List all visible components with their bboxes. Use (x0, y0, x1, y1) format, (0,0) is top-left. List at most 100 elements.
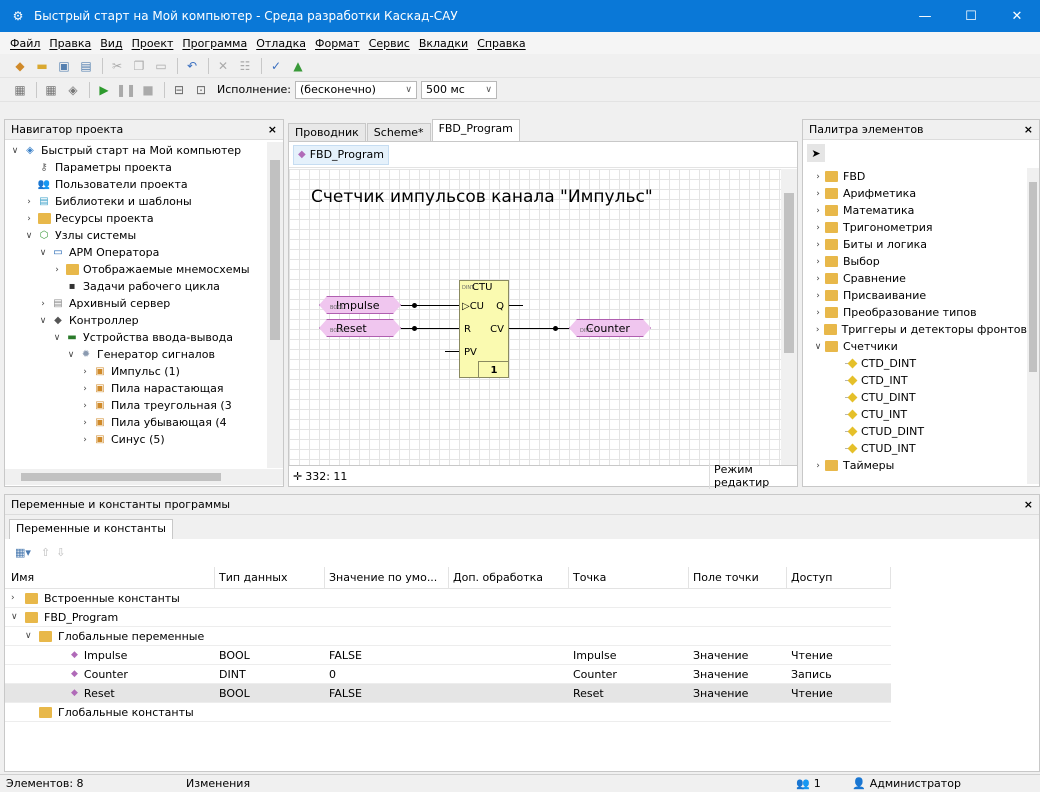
table-cell[interactable]: FALSE (325, 649, 449, 662)
spellcheck-icon[interactable]: ✓ (266, 56, 286, 76)
table-cell[interactable]: ◆ Counter (5, 668, 215, 681)
table-cell[interactable]: BOOL (215, 687, 325, 700)
table-cell[interactable]: ◆ Impulse (5, 649, 215, 662)
group-row[interactable]: ∨ FBD_Program (5, 608, 891, 627)
palette-block[interactable]: CTD_DINT (809, 355, 1027, 372)
tab-vars-consts[interactable]: Переменные и константы (9, 519, 173, 539)
navigator-item[interactable]: › ▣ Импульс (1) (5, 363, 267, 380)
chevron-right-icon[interactable]: › (79, 435, 91, 445)
table-cell[interactable]: Значение (689, 668, 787, 681)
table-cell[interactable]: Impulse (569, 649, 689, 662)
palette-category[interactable]: › FBD (809, 168, 1027, 185)
chevron-down-icon[interactable]: ∨ (37, 248, 49, 258)
menu-service[interactable]: Сервис (369, 37, 410, 50)
menu-view[interactable]: Вид (100, 37, 122, 50)
chevron-down-icon[interactable]: ∨ (51, 333, 63, 343)
menu-program[interactable]: Программа (182, 37, 247, 50)
column-header[interactable]: Доступ (787, 566, 891, 589)
chevron-right-icon[interactable]: › (23, 197, 35, 207)
run-icon[interactable]: ▶ (94, 80, 114, 100)
navigator-item[interactable]: › ▣ Пила треугольная (3 (5, 397, 267, 414)
close-button[interactable]: ✕ (994, 0, 1040, 32)
palette-category[interactable]: › Триггеры и детекторы фронтов (809, 321, 1027, 338)
table-cell[interactable]: Reset (569, 687, 689, 700)
table-cell[interactable]: ◆ Reset (5, 687, 215, 700)
tab-fbd-program[interactable]: FBD_Program (431, 119, 520, 141)
menu-file[interactable]: Файл (10, 37, 40, 50)
chevron-right-icon[interactable]: › (811, 257, 825, 267)
group-row[interactable]: › Встроенные константы (5, 589, 891, 608)
chevron-right-icon[interactable]: › (811, 240, 825, 250)
group-row[interactable]: ∨ Глобальные переменные (5, 627, 891, 646)
chevron-right-icon[interactable]: › (811, 189, 825, 199)
copy-icon[interactable]: ❐ (129, 56, 149, 76)
palette-block[interactable]: CTU_INT (809, 406, 1027, 423)
navigator-item[interactable]: ▪ Задачи рабочего цикла (5, 278, 267, 295)
simulator-icon[interactable]: ▦ (41, 80, 61, 100)
chevron-right-icon[interactable]: › (79, 367, 91, 377)
chevron-down-icon[interactable]: ∨ (25, 631, 39, 641)
chevron-right-icon[interactable]: › (811, 172, 825, 182)
undo-icon[interactable]: ↶ (182, 56, 202, 76)
table-cell[interactable]: DINT (215, 668, 325, 681)
table-cell[interactable]: Чтение (787, 687, 891, 700)
variable-row[interactable]: ◆ Impulse BOOL FALSE Impulse Значение Чтение (5, 646, 891, 665)
menu-project[interactable]: Проект (132, 37, 174, 50)
chevron-right-icon[interactable]: › (811, 308, 825, 318)
chevron-down-icon[interactable]: ∨ (811, 342, 825, 352)
column-header[interactable]: Доп. обработка (449, 566, 569, 589)
palette-category[interactable]: › Арифметика (809, 185, 1027, 202)
menu-debug[interactable]: Отладка (256, 37, 306, 50)
move-up-icon[interactable]: ⇧ (41, 546, 50, 559)
navigator-item[interactable]: ∨ ▬ Устройства ввода-вывода (5, 329, 267, 346)
palette-block[interactable]: CTUD_INT (809, 440, 1027, 457)
step-icon[interactable]: ⊟ (169, 80, 189, 100)
save-all-icon[interactable]: ▤ (76, 56, 96, 76)
chevron-right-icon[interactable]: › (37, 299, 49, 309)
column-header[interactable]: Имя (5, 566, 215, 589)
input-var-reset[interactable]: BOOL Reset (319, 319, 401, 337)
navigator-item[interactable]: 👥 Пользователи проекта (5, 176, 267, 193)
breadcrumb-item[interactable]: ◆ FBD_Program (293, 144, 389, 165)
scroll-thumb[interactable] (21, 473, 221, 481)
scroll-thumb[interactable] (270, 160, 280, 340)
navigator-item[interactable]: › ▤ Библиотеки и шаблоны (5, 193, 267, 210)
menu-help[interactable]: Справка (477, 37, 525, 50)
palette-category[interactable]: › Математика (809, 202, 1027, 219)
ctu-block[interactable]: DINT CTU ▷CU R PV Q CV 1 (459, 280, 509, 378)
chevron-down-icon[interactable]: ∨ (23, 231, 35, 241)
table-cell[interactable]: Запись (787, 668, 891, 681)
table-cell[interactable]: FALSE (325, 687, 449, 700)
table-cell[interactable]: Counter (569, 668, 689, 681)
variable-row[interactable]: ◆ Reset BOOL FALSE Reset Значение Чтение (5, 684, 891, 703)
menu-format[interactable]: Формат (315, 37, 360, 50)
chevron-right-icon[interactable]: › (23, 214, 35, 224)
chevron-right-icon[interactable]: › (11, 593, 25, 603)
chevron-down-icon[interactable]: ∨ (9, 146, 21, 156)
menu-tabs[interactable]: Вкладки (419, 37, 468, 50)
properties-icon[interactable]: ☷ (235, 56, 255, 76)
output-var-counter[interactable]: DINT Counter (569, 319, 651, 337)
chevron-right-icon[interactable]: › (79, 401, 91, 411)
scroll-thumb[interactable] (1029, 182, 1037, 372)
chevron-down-icon[interactable]: ∨ (65, 350, 77, 360)
chevron-right-icon[interactable]: › (811, 325, 824, 335)
pause-icon[interactable]: ❚❚ (116, 80, 136, 100)
variable-row[interactable]: ◆ Counter DINT 0 Counter Значение Запись (5, 665, 891, 684)
navigator-item[interactable]: ∨ ◈ Быстрый старт на Мой компьютер (5, 142, 267, 159)
navigator-item[interactable]: ∨ ⬡ Узлы системы (5, 227, 267, 244)
group-row[interactable]: Глобальные константы (5, 703, 891, 722)
navigator-item[interactable]: ∨ ▭ АРМ Оператора (5, 244, 267, 261)
add-var-icon[interactable]: ▦▾ (15, 546, 31, 559)
scheme-icon[interactable]: ▦ (10, 80, 30, 100)
palette-category[interactable]: › Преобразование типов (809, 304, 1027, 321)
chevron-down-icon[interactable]: ∨ (11, 612, 25, 622)
palette-vscroll[interactable] (1027, 168, 1039, 484)
minimize-button[interactable]: — (902, 0, 948, 32)
new-item-icon[interactable]: ◆ (10, 56, 30, 76)
navigator-close-button[interactable]: × (268, 123, 277, 136)
period-select[interactable]: 500 мс ∨ (421, 80, 498, 99)
palette-category[interactable]: › Тригонометрия (809, 219, 1027, 236)
palette-block[interactable]: CTU_DINT (809, 389, 1027, 406)
paste-icon[interactable]: ▭ (151, 56, 171, 76)
